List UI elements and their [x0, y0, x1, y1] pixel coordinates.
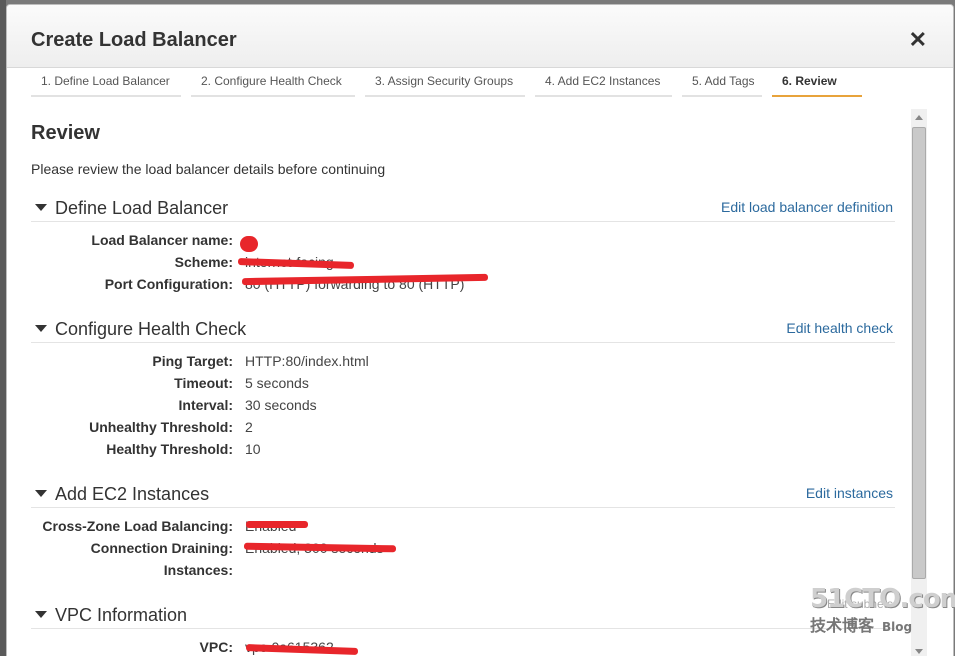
edit-health-check-link[interactable]: Edit health check	[786, 320, 893, 336]
detail-row: Healthy Threshold: 10	[31, 441, 895, 463]
section-title: Define Load Balancer	[55, 198, 229, 218]
section-title: VPC Information	[55, 605, 188, 625]
detail-label: Ping Target:	[152, 353, 233, 369]
detail-row: Cross-Zone Load Balancing:Enabled	[31, 518, 895, 540]
detail-list: VPC:vpc-0a615362	[31, 639, 895, 656]
detail-label: Connection Draining:	[90, 540, 233, 556]
page-title: Review	[31, 122, 100, 144]
detail-list: Ping Target: HTTP:80/index.html Timeout: 5…	[31, 353, 895, 463]
detail-label: Scheme:	[174, 254, 233, 270]
detail-value: 10	[245, 441, 261, 457]
edit-load-balancer-definition-link[interactable]: Edit load balancer definition	[721, 199, 893, 215]
detail-row: Scheme:internet-facing	[31, 254, 895, 276]
detail-value: 30 seconds	[245, 397, 317, 413]
step-add-ec2-instances[interactable]: 4. Add EC2 Instances	[535, 71, 672, 97]
section-configure-health-check: Configure Health Check Edit health check…	[31, 319, 895, 463]
detail-label: Cross-Zone Load Balancing:	[42, 518, 233, 534]
section-title: Add EC2 Instances	[55, 484, 210, 504]
step-define-load-balancer[interactable]: 1. Define Load Balancer	[31, 71, 181, 97]
section-header-instances[interactable]: Add EC2 Instances Edit instances	[31, 484, 895, 508]
caret-down-icon[interactable]	[35, 325, 47, 332]
detail-row: Interval: 30 seconds	[31, 397, 895, 419]
detail-value: 2	[245, 419, 253, 435]
detail-row: Timeout: 5 seconds	[31, 375, 895, 397]
detail-label: VPC:	[199, 639, 233, 655]
detail-value: HTTP:80/index.html	[245, 353, 369, 369]
scroll-down-arrow-icon[interactable]	[911, 643, 927, 656]
caret-down-icon[interactable]	[35, 204, 47, 211]
step-assign-security-groups[interactable]: 3. Assign Security Groups	[365, 71, 525, 97]
detail-row: Load Balancer name:	[31, 232, 895, 254]
section-vpc-information: VPC Information Edit subnets VPC:vpc-0a6…	[31, 597, 895, 656]
detail-row: Connection Draining:Enabled, 300 seconds	[31, 540, 895, 562]
section-define-load-balancer: Define Load Balancer Edit load balancer …	[31, 198, 895, 298]
scroll-up-arrow-icon[interactable]	[911, 109, 927, 125]
close-icon[interactable]: ✕	[909, 29, 927, 51]
review-content: Review Please review the load balancer d…	[31, 105, 897, 656]
detail-value: 5 seconds	[245, 375, 309, 391]
edit-instances-link[interactable]: Edit instances	[806, 485, 893, 501]
section-header-health[interactable]: Configure Health Check Edit health check	[31, 319, 895, 343]
dialog-title: Create Load Balancer	[31, 29, 237, 51]
detail-list: Cross-Zone Load Balancing:Enabled Connec…	[31, 518, 895, 584]
redaction-mark	[246, 521, 308, 528]
vertical-scrollbar[interactable]	[911, 109, 927, 656]
detail-label: Timeout:	[174, 375, 233, 391]
caret-down-icon[interactable]	[35, 490, 47, 497]
detail-label: Healthy Threshold:	[106, 441, 233, 457]
detail-label: Unhealthy Threshold:	[89, 419, 233, 435]
section-add-ec2-instances: Add EC2 Instances Edit instances Cross-Z…	[31, 484, 895, 584]
detail-label: Load Balancer name:	[91, 232, 233, 248]
section-title: Configure Health Check	[55, 319, 247, 339]
wizard-steps: 1. Define Load Balancer 2. Configure Hea…	[31, 71, 872, 99]
detail-list: Load Balancer name: Scheme:internet-faci…	[31, 232, 895, 298]
step-configure-health-check[interactable]: 2. Configure Health Check	[191, 71, 355, 97]
section-header-vpc[interactable]: VPC Information Edit subnets	[31, 597, 895, 629]
detail-row: VPC:vpc-0a615362	[31, 639, 895, 656]
detail-label: Interval:	[178, 397, 233, 413]
page-subtitle: Please review the load balancer details …	[31, 161, 386, 177]
section-header-define[interactable]: Define Load Balancer Edit load balancer …	[31, 198, 895, 222]
detail-label: Port Configuration:	[104, 276, 233, 292]
detail-row: Instances:	[31, 562, 895, 584]
edit-subnets-link[interactable]: Edit subnets	[827, 597, 893, 611]
redaction-mark	[240, 236, 258, 252]
dialog-header: Create Load Balancer ✕	[7, 5, 953, 68]
step-review[interactable]: 6. Review	[772, 71, 862, 97]
caret-down-icon[interactable]	[35, 611, 47, 618]
detail-row: Ping Target: HTTP:80/index.html	[31, 353, 895, 375]
step-add-tags[interactable]: 5. Add Tags	[682, 71, 762, 97]
scrollbar-thumb[interactable]	[912, 127, 926, 579]
detail-row: Unhealthy Threshold: 2	[31, 419, 895, 441]
create-load-balancer-dialog: Create Load Balancer ✕ 1. Define Load Ba…	[6, 4, 954, 656]
detail-label: Instances:	[163, 562, 233, 578]
